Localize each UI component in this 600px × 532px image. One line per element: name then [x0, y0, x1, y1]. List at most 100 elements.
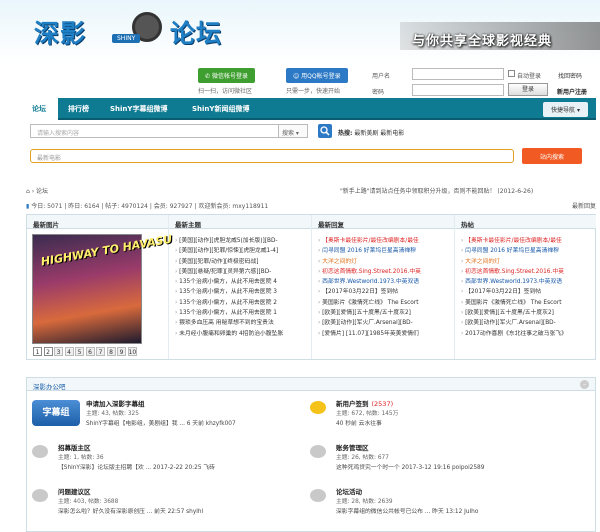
col-reply: 最新回复 › 【奥斯卡最佳影片/最佳改编剧本/最佳 › 闫寻同盟 2016 好莱坞… — [312, 215, 455, 359]
forum-last-post[interactable]: 深影字幕组的微信公共帐号已公布 ... 昨天 13:12 Julho — [336, 506, 478, 515]
topic-link[interactable]: › 闫寻同盟 2016 好莱坞巨星高清禅穆 — [318, 246, 452, 256]
topic-link[interactable]: › 大洋之间的灯 — [461, 257, 593, 267]
password-input[interactable] — [412, 84, 504, 96]
username-input[interactable] — [412, 68, 504, 80]
forum-last-post[interactable]: 40 秒前 云水往事 — [336, 418, 382, 427]
topic-link[interactable]: › 猥琐多血压高 用秘草想不到的宝贵法 — [175, 318, 309, 328]
topic-link[interactable]: › [欧美][爱情][五十度黑/五十度灰2] — [461, 308, 593, 318]
forum-name[interactable]: 论坛活动 — [336, 486, 362, 496]
poster-page-9[interactable]: 9 — [117, 347, 126, 356]
poster-page-10[interactable]: 10 — [127, 347, 137, 356]
reply-list: › 【奥斯卡最佳影片/最佳改编剧本/最佳 › 闫寻同盟 2016 好莱坞巨星高清禅… — [318, 236, 452, 339]
poster-page-7[interactable]: 7 — [96, 347, 105, 356]
hot-list: › 【奥斯卡最佳影片/最佳改编剧本/最佳 › 闫寻同盟 2016 好莱坞巨星高清禅… — [461, 236, 593, 339]
topic-link[interactable]: › 【2017年03月22日】签到帖 — [318, 287, 452, 297]
home-icon[interactable]: ⌂ — [26, 188, 30, 195]
forum-stats: 主题: 28, 帖数: 2639 — [336, 499, 393, 505]
forum-last-post[interactable]: 深影怎么啦？好久没有深影原创压 ... 前天 22:57 shylhl — [58, 506, 203, 515]
notice-text[interactable]: "新手上路"请到站点任务中领取积分升级，否则不能回贴！ (2012-6-26) — [340, 186, 533, 195]
topic-link[interactable]: › [美国][动作][虎胆龙威5(加长版)][BD- — [175, 236, 309, 246]
nav-item-ranking[interactable]: 排行榜 — [68, 104, 89, 114]
chevron-down-icon: ▾ — [576, 107, 580, 114]
topic-link[interactable]: › 美国影片《激情死亡线》 The Escort — [318, 298, 452, 308]
breadcrumb-forum[interactable]: 论坛 — [36, 188, 48, 195]
search-button[interactable] — [318, 124, 332, 138]
forum-name[interactable]: 新用户签到 (2537) — [336, 398, 393, 408]
topic-link[interactable]: › 【2017年03月22日】签到帖 — [461, 287, 593, 297]
forum-stats: 主题: 1, 帖数: 36 — [58, 455, 104, 461]
site-logo-text-right[interactable]: 论坛 — [170, 14, 222, 50]
search-input[interactable]: 请输入搜索内容 — [30, 124, 308, 138]
topic-link[interactable]: › 135个治病小偏方，从此不用去医院 3 — [175, 287, 309, 297]
forum-name[interactable]: 问题建议区 — [58, 486, 91, 496]
topic-link[interactable]: › [美国][犯罪/动作][终极密码战] — [175, 257, 309, 267]
search-type-select[interactable]: 搜索 ▾ — [278, 124, 308, 138]
register-link[interactable]: 新用户注册 — [557, 87, 587, 96]
topic-link[interactable]: › 大洋之间的灯 — [318, 257, 452, 267]
topic-link[interactable]: › 美国影片《激情死亡线》 The Escort — [461, 298, 593, 308]
forum-name[interactable]: 申请加入深影字幕组 — [86, 398, 145, 408]
site-logo-text-left[interactable]: 深影 — [34, 14, 86, 50]
col-new-title: 最新主题 — [169, 215, 311, 229]
topic-link[interactable]: › [欧美][动作][军火厂.Arsenal][BD- — [318, 318, 452, 328]
topic-link[interactable]: › 初恋这首情歌.Sing.Street.2016.中英 — [318, 267, 452, 277]
topic-link[interactable]: › [美国][悬疑/犯罪][灵异第六感][BD- — [175, 267, 309, 277]
quick-nav-dropdown[interactable]: 快捷导航 ▾ — [543, 102, 588, 117]
wechat-login-button[interactable]: ✆ 微信帐号登录 — [198, 68, 255, 83]
quick-nav-label: 快捷导航 — [551, 107, 576, 114]
hot-search-label: 热搜: — [338, 130, 353, 137]
search-icon — [320, 126, 330, 136]
section-title[interactable]: 深影办公吧 — [33, 383, 66, 391]
password-label: 密码 — [372, 89, 385, 96]
login-button[interactable]: 登录 — [508, 83, 548, 96]
topic-link[interactable]: › 西部世界.Westworld.1973.中英双语 — [318, 277, 452, 287]
auto-login-label: 自动登录 — [517, 73, 542, 80]
nav-item-news-weibo[interactable]: ShinY新闻组微博 — [192, 104, 249, 114]
topic-link[interactable]: › [爱情片] [11.07][1985年英美爱情们 — [318, 329, 452, 339]
col-new: 最新主题 › [美国][动作][虎胆龙威5(加长版)][BD- › [美国][动作… — [169, 215, 312, 359]
forum-last-post[interactable]: 【ShinY深影】论坛版主招聘【欢 ... 2017-2-22 20:25 飞砖 — [58, 462, 215, 471]
stats-text: 今日: 5071 | 昨日: 6164 | 帖子: 4970124 | 会员: … — [31, 203, 269, 210]
topic-link[interactable]: › 初恋这首情歌.Sing.Street.2016.中英 — [461, 267, 593, 277]
topic-link[interactable]: › 135个治病小偏方，从此不用去医院 1 — [175, 308, 309, 318]
poster-page-1[interactable]: 1 — [33, 347, 42, 356]
forum-last-post[interactable]: 这种死鸡贷究一个时一个 2017-3-12 19:16 poipoi2589 — [336, 462, 484, 471]
forum-name[interactable]: 账务管理区 — [336, 442, 369, 452]
forum-stats: 主题: 672, 帖数: 145万 — [336, 411, 399, 417]
topic-link[interactable]: › 未月经小腹痛和卵巢的 4招防治小腹坠胀 — [175, 329, 309, 339]
topic-link[interactable]: › 西部世界.Westworld.1973.中英双语 — [461, 277, 593, 287]
find-password-link[interactable]: 找回密码 — [558, 71, 582, 80]
wechat-icon: ✆ — [205, 73, 212, 80]
topic-link[interactable]: › 【奥斯卡最佳影片/最佳改编剧本/最佳 — [461, 236, 593, 246]
auto-login-checkbox[interactable] — [508, 70, 515, 77]
col-pictures-title: 最新图片 — [27, 215, 168, 229]
forum-bubble-icon — [310, 489, 326, 502]
latest-reply-link[interactable]: 最新回复 — [572, 201, 596, 210]
collapse-icon[interactable]: – — [580, 380, 589, 389]
poster-page-8[interactable]: 8 — [106, 347, 116, 356]
topic-link[interactable]: › [欧美][爱情][五十度黑/五十度灰2] — [318, 308, 452, 318]
hot-search-link-1[interactable]: 最新美剧 — [354, 130, 378, 137]
poster-page-2[interactable]: 2 — [43, 347, 53, 356]
poster-page-4[interactable]: 4 — [64, 347, 74, 356]
poster-page-5[interactable]: 5 — [75, 347, 84, 356]
poster-page-3[interactable]: 3 — [54, 347, 63, 356]
poster-page-6[interactable]: 6 — [85, 347, 95, 356]
station-search-button[interactable]: 站内搜索 — [522, 148, 582, 164]
topic-link[interactable]: › 2017动作喜剧《东北往事之破马张飞》 — [461, 329, 593, 339]
topic-link[interactable]: › 135个治病小偏方，从此不用去医院 4 — [175, 277, 309, 287]
hot-search-link-2[interactable]: 最新电影 — [380, 130, 404, 137]
topic-link[interactable]: › 闫寻同盟 2016 好莱坞巨星高清禅穆 — [461, 246, 593, 256]
topic-link[interactable]: › 【奥斯卡最佳影片/最佳改编剧本/最佳 — [318, 236, 452, 246]
topic-link[interactable]: › [美国][动作][犯罪/惊悚][虎胆龙威1-4] — [175, 246, 309, 256]
topic-link[interactable]: › 135个治病小偏方，从此不用去医院 2 — [175, 298, 309, 308]
movie-search-input[interactable]: 最新电影 — [30, 149, 514, 163]
nav-item-forum[interactable]: 论坛 — [26, 98, 58, 120]
forum-last-post[interactable]: ShinY字幕组【电影组，美剧组】我 ... 6 天前 khzyfk007 — [86, 418, 236, 427]
qq-icon: ☺ — [293, 73, 302, 80]
forum-name[interactable]: 招募版主区 — [58, 442, 91, 452]
nav-item-subtitle-weibo[interactable]: ShinY字幕组微博 — [110, 104, 167, 114]
topic-link[interactable]: › [欧美][动作][军火厂.Arsenal][BD- — [461, 318, 593, 328]
username-label: 用户名 — [372, 73, 391, 80]
qq-login-button[interactable]: ☺ 用QQ帐号登录 — [286, 68, 348, 83]
